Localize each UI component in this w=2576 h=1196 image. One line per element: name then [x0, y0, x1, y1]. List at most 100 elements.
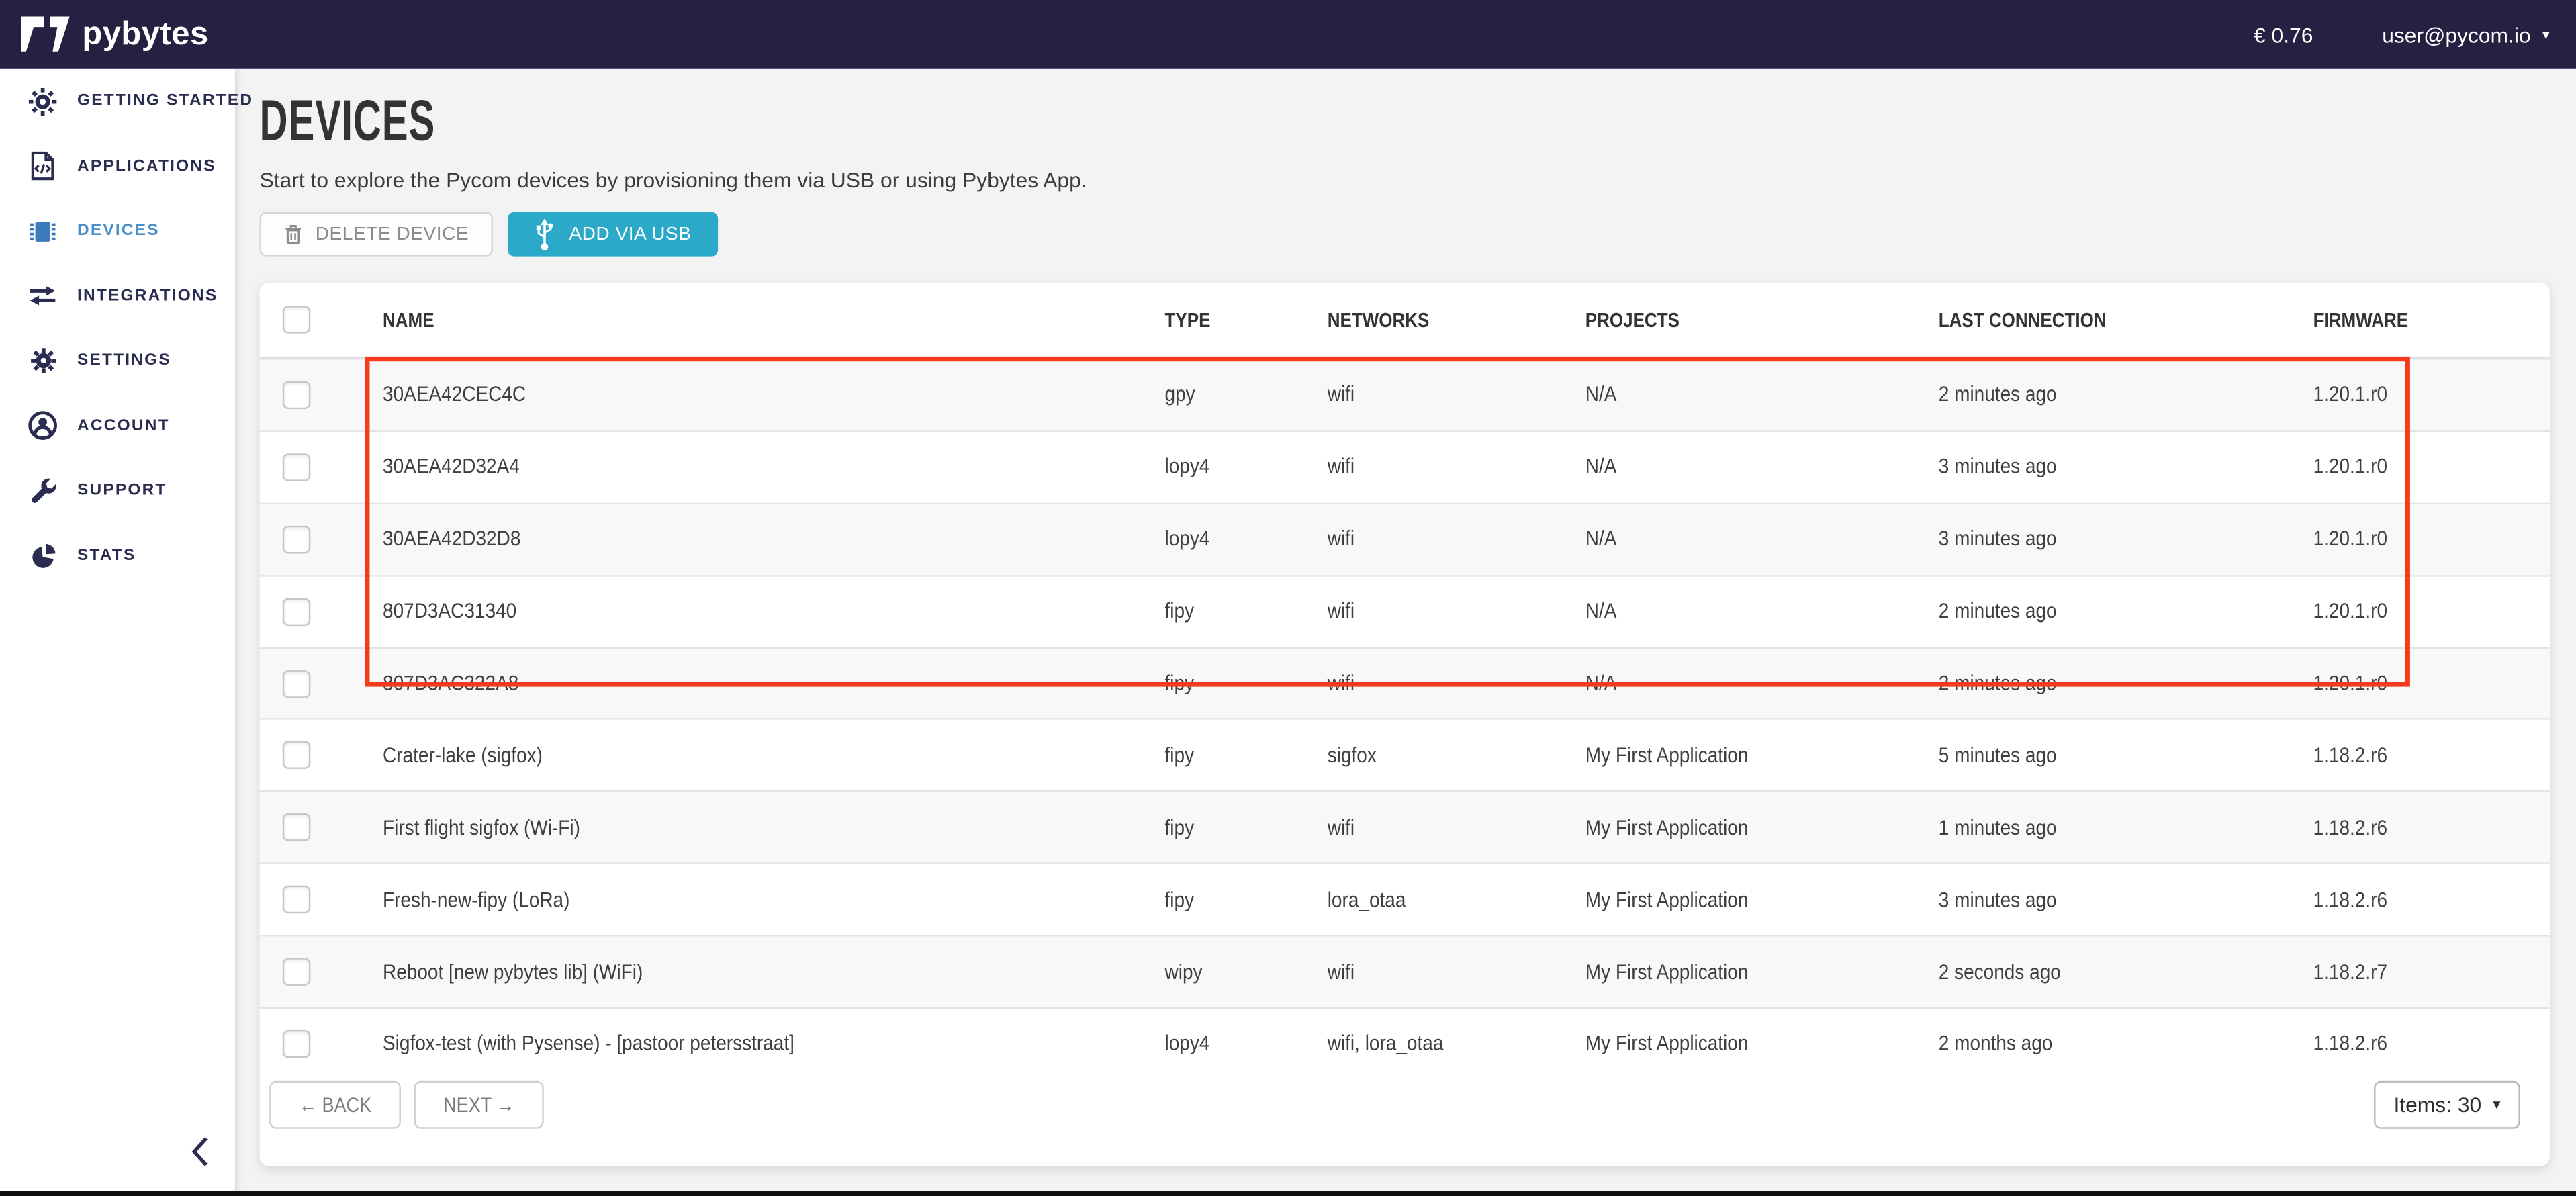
delete-device-button[interactable]: DELETE DEVICE	[260, 212, 494, 257]
pagination-bar: ← BACK NEXT → Items: 30 ▾	[260, 1063, 2550, 1166]
chevron-left-icon	[191, 1135, 209, 1168]
table-body: 30AEA42CEC4C gpy wifi N/A 2 minutes ago …	[260, 360, 2550, 1079]
device-projects: My First Application	[1580, 1029, 1935, 1059]
main-content: DEVICES Start to explore the Pycom devic…	[235, 69, 2576, 1196]
device-last-connection: 2 minutes ago	[1935, 596, 2293, 626]
device-type: lopy4	[1150, 1029, 1312, 1059]
table-header-row: NAME TYPE NETWORKS PROJECTS LAST CONNECT…	[260, 283, 2550, 360]
device-name: 30AEA42D32D8	[365, 524, 1150, 554]
device-projects: N/A	[1580, 669, 1935, 698]
device-firmware: 1.18.2.r6	[2293, 813, 2550, 842]
row-checkbox[interactable]	[283, 381, 311, 409]
device-firmware: 1.20.1.r0	[2293, 524, 2550, 554]
sidebar-item-integrations[interactable]: INTEGRATIONS	[0, 264, 235, 329]
table-row[interactable]: Reboot [new pybytes lib] (WiFi) wipy wif…	[260, 935, 2550, 1007]
sidebar: GETTING STARTED APPLICATIONS	[0, 69, 235, 1196]
device-last-connection: 2 minutes ago	[1935, 669, 2293, 698]
device-firmware: 1.20.1.r0	[2293, 453, 2550, 482]
sidebar-item-support[interactable]: SUPPORT	[0, 459, 235, 524]
device-name: 30AEA42D32A4	[365, 453, 1150, 482]
column-header-firmware: FIRMWARE	[2293, 305, 2550, 334]
row-checkbox[interactable]	[283, 741, 311, 770]
device-projects: My First Application	[1580, 741, 1935, 770]
device-firmware: 1.18.2.r6	[2293, 741, 2550, 770]
usb-icon	[535, 218, 556, 250]
code-document-icon	[28, 152, 58, 181]
table-row[interactable]: Crater-lake (sigfox) fipy sigfox My Firs…	[260, 719, 2550, 790]
device-name: Sigfox-test (with Pysense) - [pastoor pe…	[365, 1029, 1150, 1059]
device-networks: wifi	[1311, 380, 1580, 410]
device-name: 30AEA42CEC4C	[365, 380, 1150, 410]
table-row[interactable]: 807D3AC322A8 fipy wifi N/A 2 minutes ago…	[260, 647, 2550, 719]
gear-icon	[28, 347, 58, 375]
row-checkbox[interactable]	[283, 886, 311, 914]
device-last-connection: 3 minutes ago	[1935, 524, 2293, 554]
sidebar-item-label: DEVICES	[77, 222, 160, 240]
device-firmware: 1.18.2.r6	[2293, 885, 2550, 915]
sidebar-item-getting-started[interactable]: GETTING STARTED	[0, 69, 235, 134]
device-name: Fresh-new-fipy (LoRa)	[365, 885, 1150, 915]
sidebar-item-applications[interactable]: APPLICATIONS	[0, 134, 235, 199]
device-type: fipy	[1150, 741, 1312, 770]
pycom-logo-icon	[21, 16, 71, 52]
sidebar-item-stats[interactable]: STATS	[0, 523, 235, 588]
items-per-page-label: Items: 30	[2393, 1093, 2481, 1117]
chip-icon	[28, 216, 58, 246]
device-name: First flight sigfox (Wi-Fi)	[365, 813, 1150, 842]
add-via-usb-button[interactable]: ADD VIA USB	[508, 212, 718, 257]
add-via-usb-label: ADD VIA USB	[569, 224, 691, 244]
sidebar-item-label: SUPPORT	[77, 481, 167, 500]
device-firmware: 1.20.1.r0	[2293, 380, 2550, 410]
top-bar: pybytes € 0.76 user@pycom.io ▾	[0, 0, 2576, 69]
column-header-last-connection: LAST CONNECTION	[1935, 305, 2293, 334]
sidebar-collapse-button[interactable]	[184, 1129, 215, 1183]
row-checkbox[interactable]	[283, 525, 311, 553]
device-projects: My First Application	[1580, 885, 1935, 915]
chevron-down-icon: ▾	[2542, 27, 2550, 42]
table-row[interactable]: 30AEA42D32D8 lopy4 wifi N/A 3 minutes ag…	[260, 502, 2550, 574]
device-networks: wifi	[1311, 813, 1580, 842]
device-projects: N/A	[1580, 524, 1935, 554]
sidebar-item-devices[interactable]: DEVICES	[0, 199, 235, 264]
column-header-networks: NETWORKS	[1311, 305, 1580, 334]
sidebar-item-label: GETTING STARTED	[77, 93, 253, 111]
device-last-connection: 2 minutes ago	[1935, 380, 2293, 410]
topbar-right: € 0.76 user@pycom.io ▾	[2254, 22, 2550, 47]
device-projects: My First Application	[1580, 957, 1935, 986]
toolbar: DELETE DEVICE ADD VIA USB	[260, 212, 2576, 257]
table-row[interactable]: 30AEA42CEC4C gpy wifi N/A 2 minutes ago …	[260, 360, 2550, 430]
row-checkbox[interactable]	[283, 958, 311, 986]
device-name: 807D3AC31340	[365, 596, 1150, 626]
table-row[interactable]: First flight sigfox (Wi-Fi) fipy wifi My…	[260, 791, 2550, 863]
back-button[interactable]: ← BACK	[269, 1081, 401, 1129]
row-checkbox[interactable]	[283, 814, 311, 842]
device-last-connection: 3 minutes ago	[1935, 885, 2293, 915]
row-checkbox[interactable]	[283, 598, 311, 626]
device-projects: N/A	[1580, 453, 1935, 482]
device-last-connection: 2 months ago	[1935, 1029, 2293, 1059]
pybytes-logo[interactable]: pybytes	[21, 15, 209, 53]
device-name: Crater-lake (sigfox)	[365, 741, 1150, 770]
next-button[interactable]: NEXT →	[414, 1081, 544, 1129]
device-projects: N/A	[1580, 596, 1935, 626]
column-header-type: TYPE	[1150, 305, 1312, 334]
device-type: fipy	[1150, 813, 1312, 842]
row-checkbox[interactable]	[283, 1030, 311, 1058]
sidebar-item-settings[interactable]: SETTINGS	[0, 328, 235, 394]
trash-icon	[284, 224, 302, 245]
device-networks: wifi	[1311, 596, 1580, 626]
device-firmware: 1.20.1.r0	[2293, 596, 2550, 626]
table-row[interactable]: 807D3AC31340 fipy wifi N/A 2 minutes ago…	[260, 574, 2550, 646]
user-email: user@pycom.io	[2382, 22, 2530, 47]
table-row[interactable]: 30AEA42D32A4 lopy4 wifi N/A 3 minutes ag…	[260, 430, 2550, 502]
items-per-page-dropdown[interactable]: Items: 30 ▾	[2374, 1081, 2520, 1129]
account-balance[interactable]: € 0.76	[2254, 22, 2313, 47]
user-menu[interactable]: user@pycom.io ▾	[2382, 22, 2550, 47]
device-networks: wifi	[1311, 453, 1580, 482]
sidebar-item-account[interactable]: ACCOUNT	[0, 394, 235, 459]
pybytes-app: pybytes € 0.76 user@pycom.io ▾	[0, 0, 2576, 1196]
table-row[interactable]: Fresh-new-fipy (LoRa) fipy lora_otaa My …	[260, 863, 2550, 935]
row-checkbox[interactable]	[283, 453, 311, 481]
row-checkbox[interactable]	[283, 670, 311, 698]
select-all-checkbox[interactable]	[283, 306, 311, 334]
